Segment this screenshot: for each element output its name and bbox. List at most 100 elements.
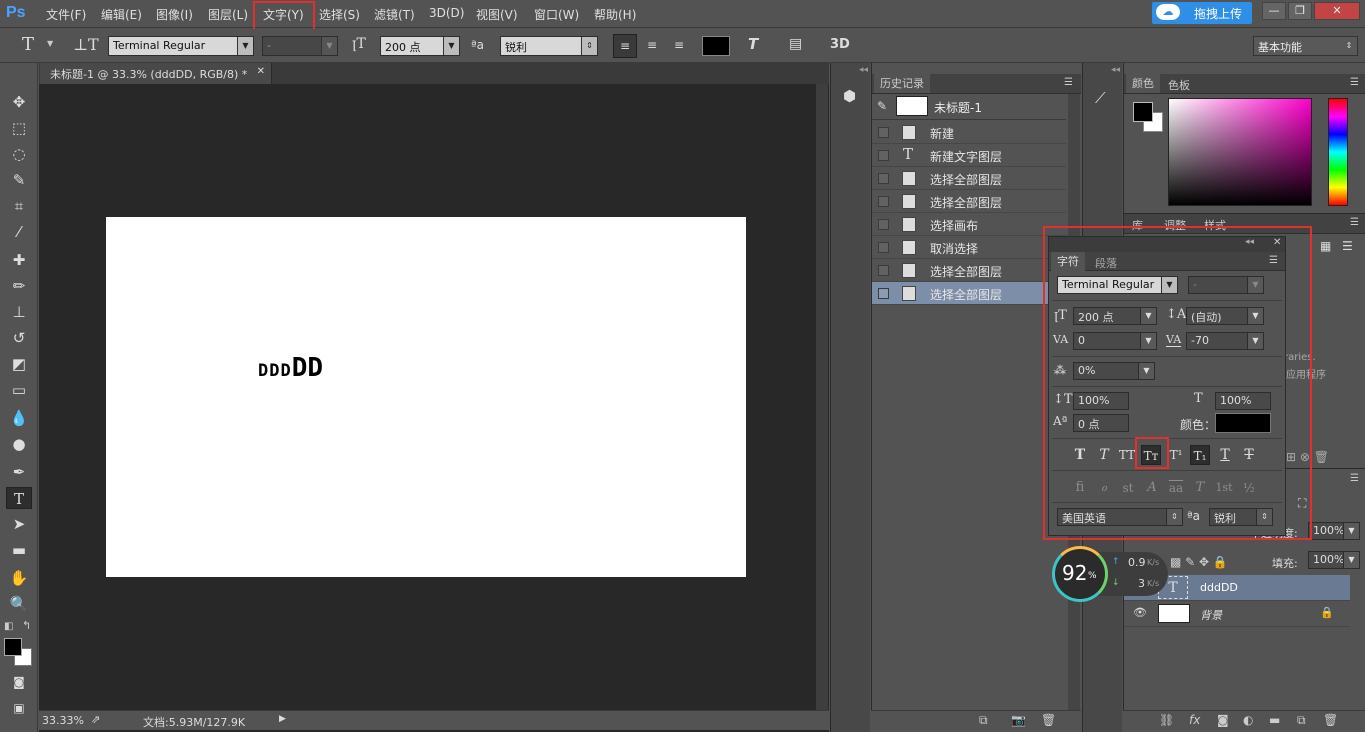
dodge-tool-icon[interactable]: ●	[6, 433, 32, 455]
character-panel-icon[interactable]: ⟋	[1095, 89, 1106, 107]
history-item[interactable]: 选择全部图层	[872, 259, 1066, 282]
move-tool-icon[interactable]: ✥	[6, 91, 32, 113]
screen-mode-icon[interactable]: ▣	[6, 697, 32, 719]
share-icon[interactable]: ⇗	[91, 713, 100, 726]
lasso-tool-icon[interactable]: ◌	[6, 143, 32, 165]
restore-button[interactable]: ❐	[1288, 2, 1312, 20]
new-document-from-state-icon[interactable]: ⧉	[979, 713, 988, 728]
text-color-swatch[interactable]	[702, 36, 730, 56]
warp-text-icon[interactable]: 𝙏	[748, 35, 758, 53]
layer-row[interactable]: 👁 背景 🔒	[1124, 601, 1350, 627]
camera-icon[interactable]: 📷	[1011, 713, 1026, 727]
chevron-down-icon[interactable]: ▼	[47, 39, 53, 48]
brush-tool-icon[interactable]: ✏	[6, 275, 32, 297]
hand-tool-icon[interactable]: ✋	[6, 567, 32, 589]
new-layer-icon[interactable]: ⧉	[1297, 713, 1306, 728]
marquee-tool-icon[interactable]: ⬚	[6, 117, 32, 139]
fill-field[interactable]: 100% ▼	[1308, 551, 1360, 569]
eraser-tool-icon[interactable]: ◩	[6, 353, 32, 375]
new-group-icon[interactable]: ▬	[1269, 713, 1280, 727]
menu-3d[interactable]: 3D(D)	[429, 6, 464, 20]
history-snapshot[interactable]: ✎ 未标题-1	[872, 94, 1066, 120]
eye-icon[interactable]: 👁	[1133, 606, 1147, 619]
color-tab[interactable]: 颜色	[1126, 74, 1160, 93]
vertical-scrollbar[interactable]	[816, 84, 828, 710]
collapse-icon[interactable]: ◂◂	[1111, 65, 1120, 75]
eyedropper-tool-icon[interactable]: ⁄	[6, 221, 32, 243]
font-style-select[interactable]: - ▼	[262, 36, 338, 56]
menu-help[interactable]: 帮助(H)	[594, 6, 636, 23]
canvas-text-layer[interactable]: DDDDD	[258, 353, 323, 383]
3d-label[interactable]: 3D	[830, 37, 850, 52]
foreground-color-swatch[interactable]	[4, 638, 22, 656]
crop-tool-icon[interactable]: ⌗	[6, 195, 32, 217]
history-item[interactable]: 选择全部图层	[872, 167, 1066, 190]
document-tab[interactable]: 未标题-1 @ 33.3% (dddDD, RGB/8) * ✕	[40, 63, 272, 84]
color-panel-fg-swatch[interactable]	[1133, 102, 1153, 122]
menu-image[interactable]: 图像(I)	[156, 6, 193, 23]
menu-edit[interactable]: 编辑(E)	[101, 6, 142, 23]
opacity-field[interactable]: 100% ▼	[1308, 522, 1360, 540]
color-picker-field[interactable]	[1168, 98, 1312, 206]
menu-window[interactable]: 窗口(W)	[534, 6, 579, 23]
rectangle-tool-icon[interactable]: ▬	[6, 539, 32, 561]
add-mask-icon[interactable]: ◙	[1217, 713, 1229, 727]
panel-menu-icon[interactable]: ☰	[1350, 473, 1359, 484]
hue-slider[interactable]	[1328, 98, 1348, 206]
history-item[interactable]: 选择全部图层	[872, 190, 1066, 213]
font-family-select[interactable]: Terminal Regular ▼	[108, 36, 254, 56]
type-tool-preset-icon[interactable]: T	[22, 34, 34, 55]
align-right-icon[interactable]: ≡	[667, 34, 691, 58]
link-layers-icon[interactable]: ⛓	[1159, 713, 1174, 727]
history-item[interactable]: 选择画布	[872, 213, 1066, 236]
history-item-selected[interactable]: 选择全部图层	[872, 282, 1066, 305]
panel-menu-icon[interactable]: ☰	[1350, 77, 1359, 88]
text-orientation-icon[interactable]: ⊥T	[73, 35, 99, 54]
fx-icon[interactable]: fx	[1189, 713, 1200, 727]
path-select-tool-icon[interactable]: ➤	[6, 513, 32, 535]
history-item[interactable]: 取消选择	[872, 236, 1066, 259]
menu-filter[interactable]: 滤镜(T)	[374, 6, 415, 23]
align-left-icon[interactable]: ≡	[613, 34, 637, 58]
blur-tool-icon[interactable]: 💧	[6, 407, 32, 429]
zoom-level[interactable]: 33.33%	[42, 714, 84, 727]
history-brush-tool-icon[interactable]: ↺	[6, 327, 32, 349]
gradient-tool-icon[interactable]: ▭	[6, 379, 32, 401]
workspace-select[interactable]: 基本功能 ⇕	[1253, 36, 1358, 56]
antialias-select[interactable]: 锐利 ⇕	[500, 36, 598, 56]
zoom-tool-icon[interactable]: 🔍	[6, 593, 32, 615]
trash-icon[interactable]: 🗑	[1323, 713, 1338, 727]
menu-layer[interactable]: 图层(L)	[208, 6, 248, 23]
close-tab-icon[interactable]: ✕	[257, 66, 265, 77]
status-arrow-icon[interactable]: ▶	[279, 714, 286, 724]
history-tab[interactable]: 历史记录	[874, 74, 930, 93]
panel-menu-icon[interactable]: ☰	[1350, 217, 1359, 228]
menu-select[interactable]: 选择(S)	[319, 6, 360, 23]
lock-icons[interactable]: ▩ ✎ ✥ 🔒	[1170, 555, 1228, 569]
menu-view[interactable]: 视图(V)	[476, 6, 518, 23]
panel-menu-icon[interactable]: ☰	[1064, 77, 1073, 88]
swap-colors-icon[interactable]: ↰	[22, 619, 31, 632]
trash-icon[interactable]: 🗑	[1041, 713, 1056, 727]
type-tool-icon[interactable]: T	[6, 487, 32, 509]
quick-select-tool-icon[interactable]: ✎	[6, 169, 32, 191]
history-item[interactable]: 新建	[872, 121, 1066, 144]
align-center-icon[interactable]: ≡	[640, 34, 664, 58]
network-speed-widget[interactable]: 92 % ↑ 0.9 K/s ↓ 3 K/s	[1052, 546, 1168, 602]
clone-stamp-tool-icon[interactable]: ⊥	[6, 301, 32, 323]
default-colors-icon[interactable]: ◧	[4, 621, 13, 632]
canvas[interactable]	[106, 217, 746, 577]
healing-brush-tool-icon[interactable]: ✚	[6, 249, 32, 271]
minimize-button[interactable]: —	[1262, 2, 1286, 20]
menu-file[interactable]: 文件(F)	[46, 6, 86, 23]
font-size-select[interactable]: 200 点 ▼	[380, 36, 460, 56]
list-view-icon[interactable]: ☰	[1342, 239, 1353, 253]
collapse-icon[interactable]: ◂◂	[859, 65, 868, 75]
quick-mask-icon[interactable]: ◙	[6, 671, 32, 693]
grid-view-icon[interactable]: ▦	[1320, 239, 1331, 253]
close-button[interactable]: ✕	[1314, 2, 1360, 20]
pen-tool-icon[interactable]: ✒	[6, 461, 32, 483]
toggle-panels-icon[interactable]: ▤	[789, 36, 802, 52]
adjustment-layer-icon[interactable]: ◐	[1243, 713, 1253, 727]
history-item[interactable]: T 新建文字图层	[872, 144, 1066, 167]
